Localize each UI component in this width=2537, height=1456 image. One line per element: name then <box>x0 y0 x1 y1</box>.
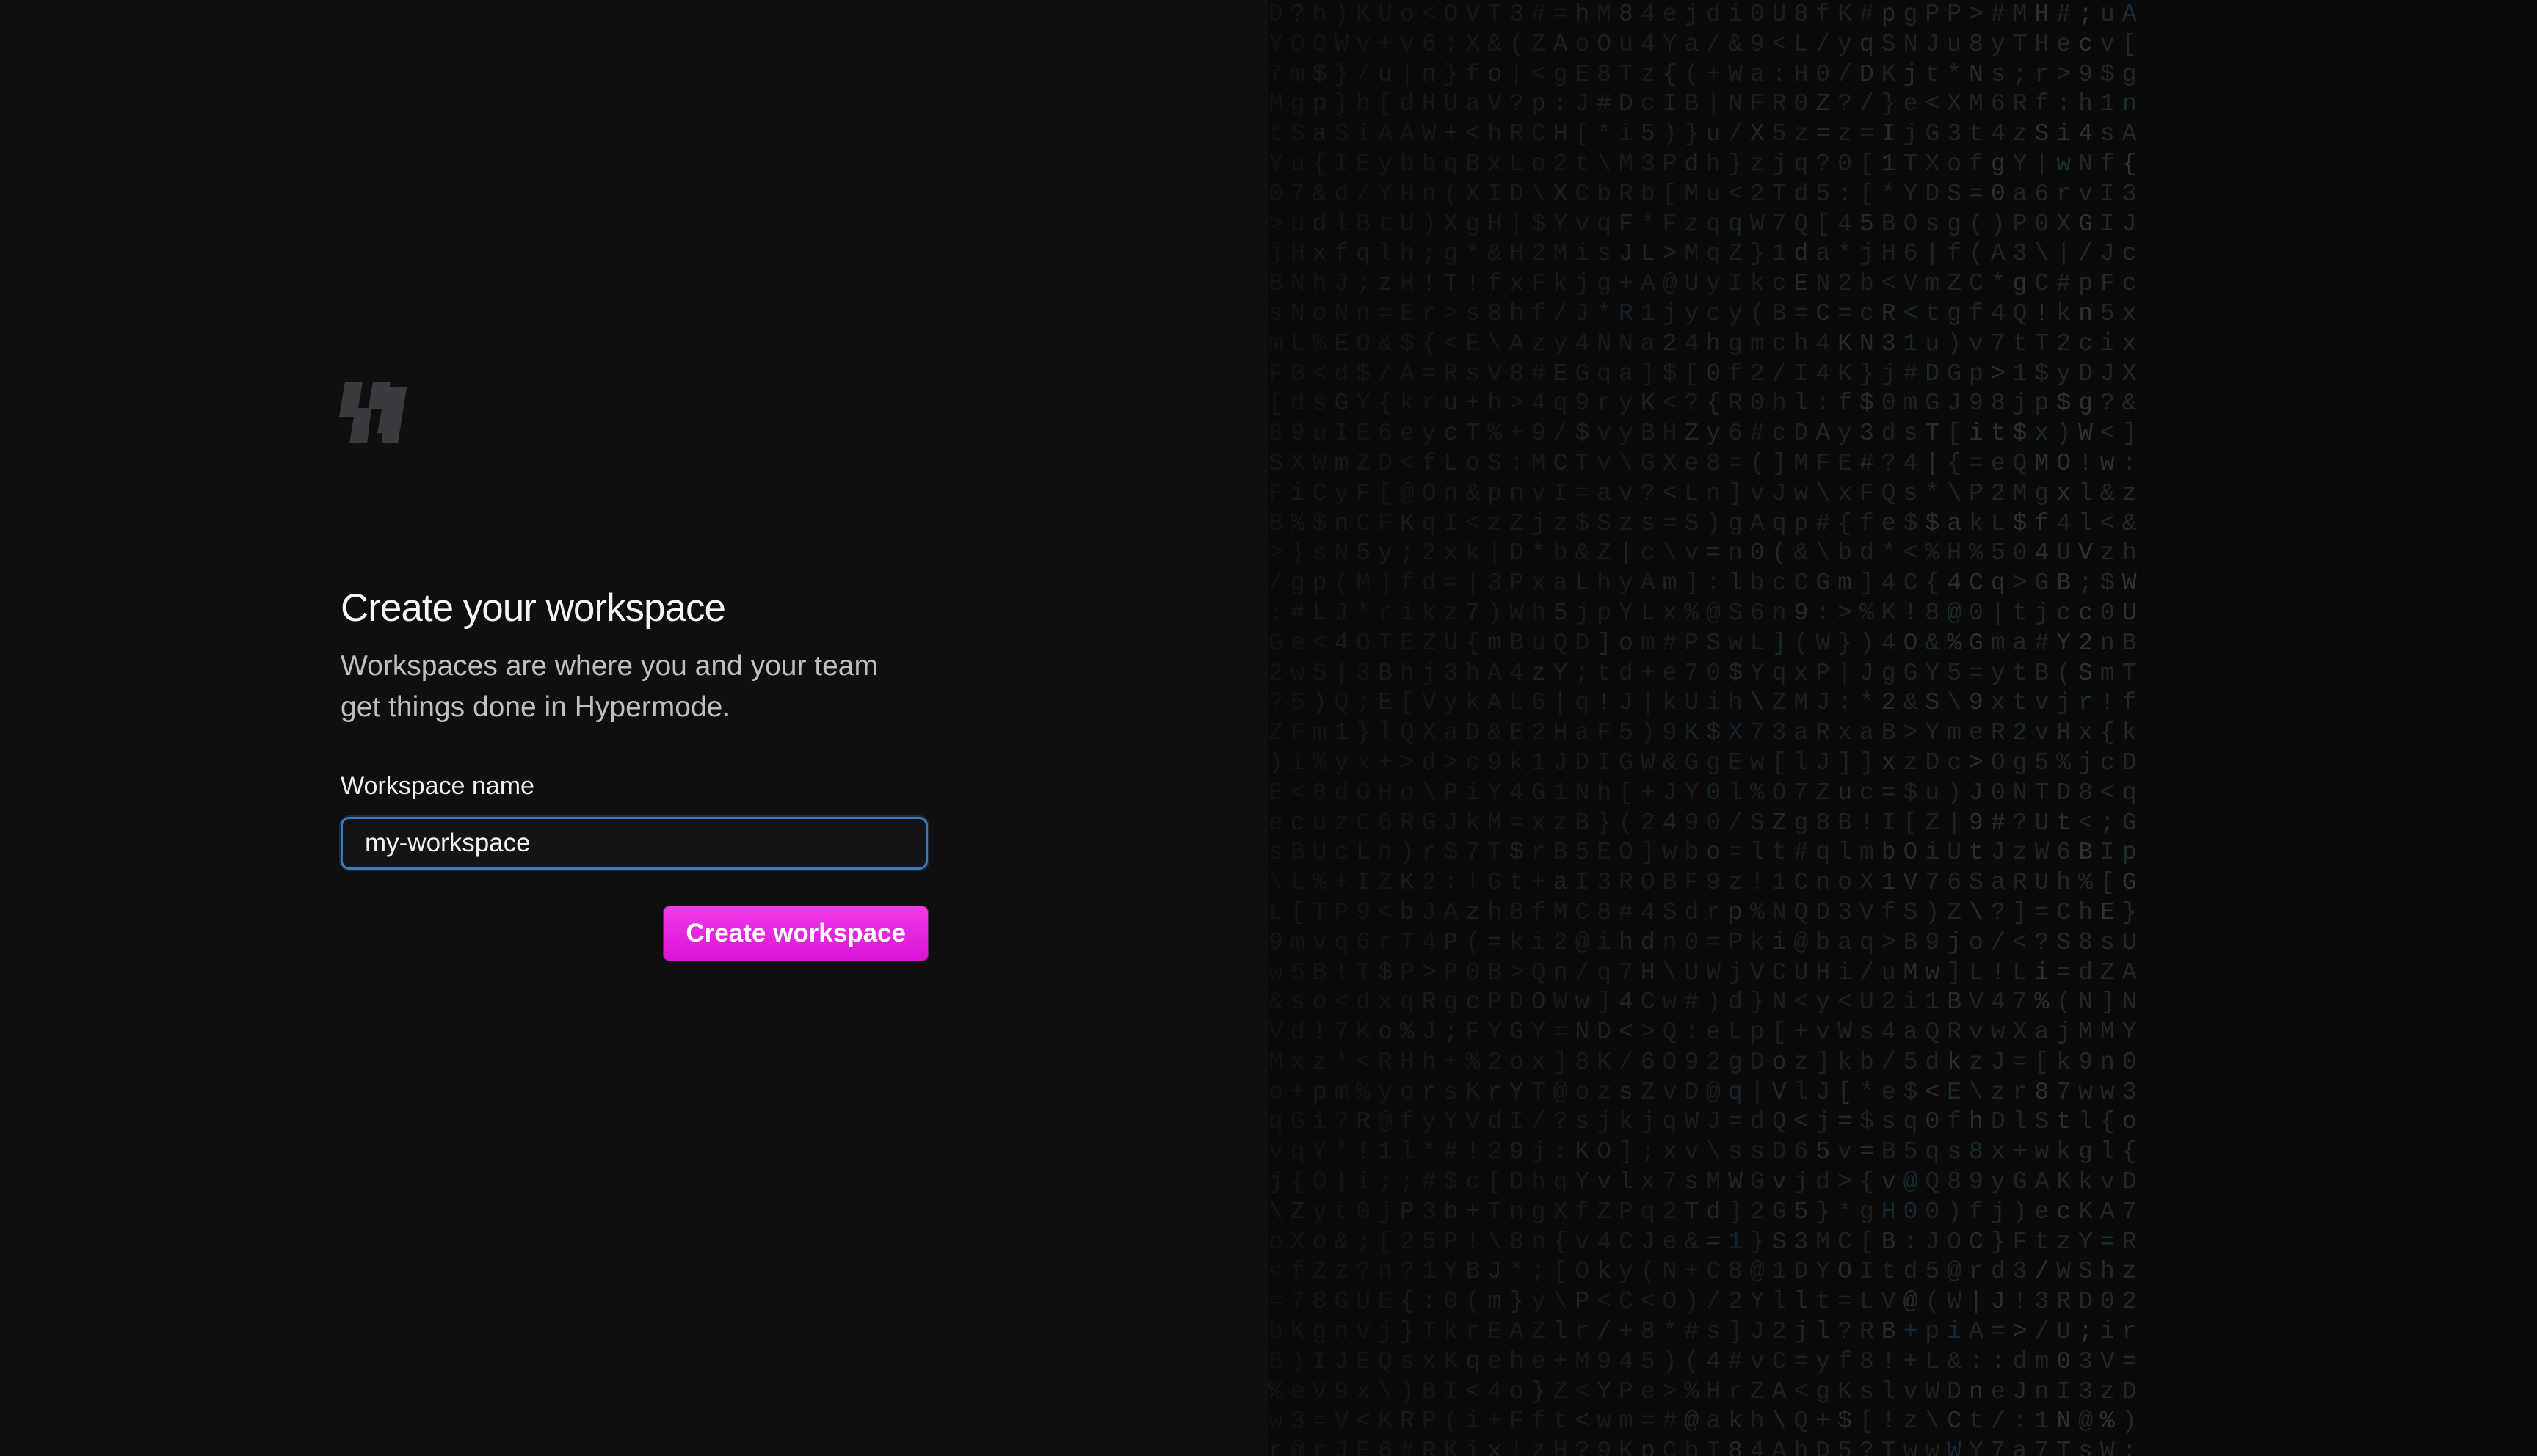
ascii-pattern: D?h)KUo<OVT3#=hM84ejdi0U8fK#pgPP>#MH#;uA… <box>1268 1 2144 1456</box>
hypermode-logo-icon <box>339 382 407 443</box>
decorative-character-background: D?h)KUo<OVT3#=hM84ejdi0U8fK#pgPP>#MH#;uA… <box>1268 0 2537 1456</box>
page-subtitle: Workspaces are where you and your team g… <box>341 650 878 724</box>
page-title: Create your workspace <box>341 586 726 630</box>
create-workspace-form: Create your workspace Workspaces are whe… <box>341 586 928 961</box>
form-actions: Create workspace <box>341 906 928 961</box>
workspace-name-field <box>341 817 928 870</box>
onboarding-panel: Create your workspace Workspaces are whe… <box>0 0 1268 1456</box>
create-workspace-button[interactable]: Create workspace <box>664 906 928 961</box>
workspace-name-input[interactable] <box>343 819 926 868</box>
workspace-name-label: Workspace name <box>341 772 534 801</box>
